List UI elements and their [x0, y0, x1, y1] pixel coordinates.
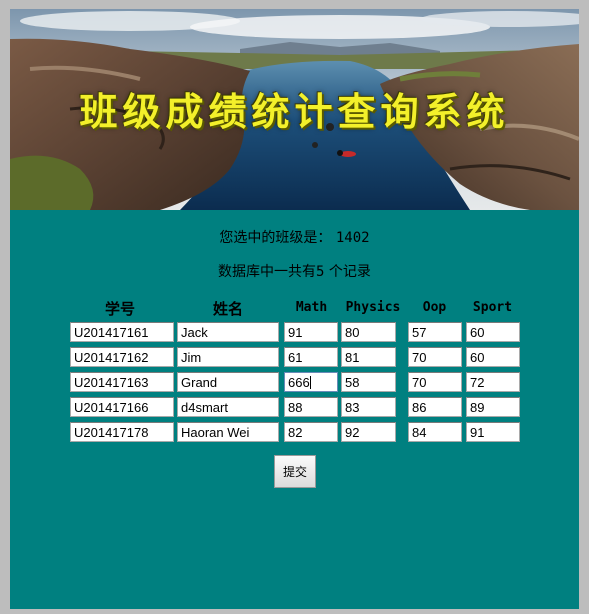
column-header-sport: Sport [472, 300, 513, 315]
oop-input[interactable]: 70 [408, 372, 462, 392]
name-value: Jim [181, 350, 202, 365]
student-id-value: U201417163 [74, 375, 149, 390]
oop-value: 86 [412, 400, 427, 415]
physics-input[interactable]: 83 [341, 397, 396, 417]
physics-input[interactable]: 80 [341, 322, 396, 342]
physics-value: 58 [345, 375, 360, 390]
oop-value: 70 [412, 375, 427, 390]
submit-button[interactable]: 提交 [274, 455, 316, 488]
sport-input[interactable]: 91 [466, 422, 520, 442]
math-input[interactable]: 88 [284, 397, 338, 417]
record-count-line: 数据库中一共有5 个记录 [10, 261, 579, 281]
oop-value: 84 [412, 425, 427, 440]
student-id-input[interactable]: U201417178 [70, 422, 174, 442]
sport-input[interactable]: 72 [466, 372, 520, 392]
column-header-name: 姓名 [212, 300, 243, 318]
page-body: 班级成绩统计查询系统 您选中的班级是： 1402 数据库中一共有5 个记录 学号… [10, 9, 579, 609]
oop-input[interactable]: 57 [408, 322, 462, 342]
physics-value: 92 [345, 425, 360, 440]
oop-input[interactable]: 86 [408, 397, 462, 417]
math-value: 82 [288, 425, 303, 440]
name-value: d4smart [181, 400, 228, 415]
math-input[interactable]: 666 [284, 372, 338, 392]
math-input[interactable]: 91 [284, 322, 338, 342]
physics-input[interactable]: 81 [341, 347, 396, 367]
physics-input[interactable]: 58 [341, 372, 396, 392]
student-id-value: U201417166 [74, 400, 149, 415]
oop-value: 57 [412, 325, 427, 340]
student-id-input[interactable]: U201417163 [70, 372, 174, 392]
physics-value: 80 [345, 325, 360, 340]
name-input[interactable]: d4smart [177, 397, 279, 417]
selected-class-line: 您选中的班级是： 1402 [10, 227, 579, 247]
column-header-oop: Oop [422, 300, 447, 315]
record-count-prefix: 数据库中一共有 [218, 264, 317, 280]
sport-input[interactable]: 60 [466, 322, 520, 342]
sport-input[interactable]: 60 [466, 347, 520, 367]
name-value: Haoran Wei [181, 425, 250, 440]
physics-input[interactable]: 92 [341, 422, 396, 442]
record-count-suffix: 个记录 [324, 264, 371, 280]
name-value: Grand [181, 375, 218, 390]
selected-class-value: 1402 [335, 230, 370, 246]
selected-class-label: 您选中的班级是： [219, 230, 332, 246]
math-value: 88 [288, 400, 303, 415]
name-input[interactable]: Haoran Wei [177, 422, 279, 442]
student-id-input[interactable]: U201417161 [70, 322, 174, 342]
sport-value: 89 [470, 400, 485, 415]
math-input[interactable]: 61 [284, 347, 338, 367]
sport-value: 91 [470, 425, 485, 440]
banner-image: 班级成绩统计查询系统 [10, 9, 579, 210]
column-header-student-id: 学号 [104, 300, 135, 318]
oop-value: 70 [412, 350, 427, 365]
column-header-physics: Physics [345, 300, 401, 315]
math-input[interactable]: 82 [284, 422, 338, 442]
oop-input[interactable]: 70 [408, 347, 462, 367]
oop-input[interactable]: 84 [408, 422, 462, 442]
physics-value: 81 [345, 350, 360, 365]
student-id-input[interactable]: U201417166 [70, 397, 174, 417]
name-input[interactable]: Jim [177, 347, 279, 367]
math-value: 666 [288, 375, 310, 390]
sport-value: 60 [470, 325, 485, 340]
name-value: Jack [181, 325, 208, 340]
student-id-value: U201417178 [74, 425, 149, 440]
physics-value: 83 [345, 400, 360, 415]
math-value: 61 [288, 350, 303, 365]
sport-value: 72 [470, 375, 485, 390]
system-title: 班级成绩统计查询系统 [79, 89, 510, 134]
sport-value: 60 [470, 350, 485, 365]
name-input[interactable]: Grand [177, 372, 279, 392]
name-input[interactable]: Jack [177, 322, 279, 342]
math-value: 91 [288, 325, 303, 340]
student-id-input[interactable]: U201417162 [70, 347, 174, 367]
sport-input[interactable]: 89 [466, 397, 520, 417]
student-id-value: U201417162 [74, 350, 149, 365]
column-header-math: Math [295, 300, 328, 315]
text-caret [309, 376, 311, 389]
student-id-value: U201417161 [74, 325, 149, 340]
